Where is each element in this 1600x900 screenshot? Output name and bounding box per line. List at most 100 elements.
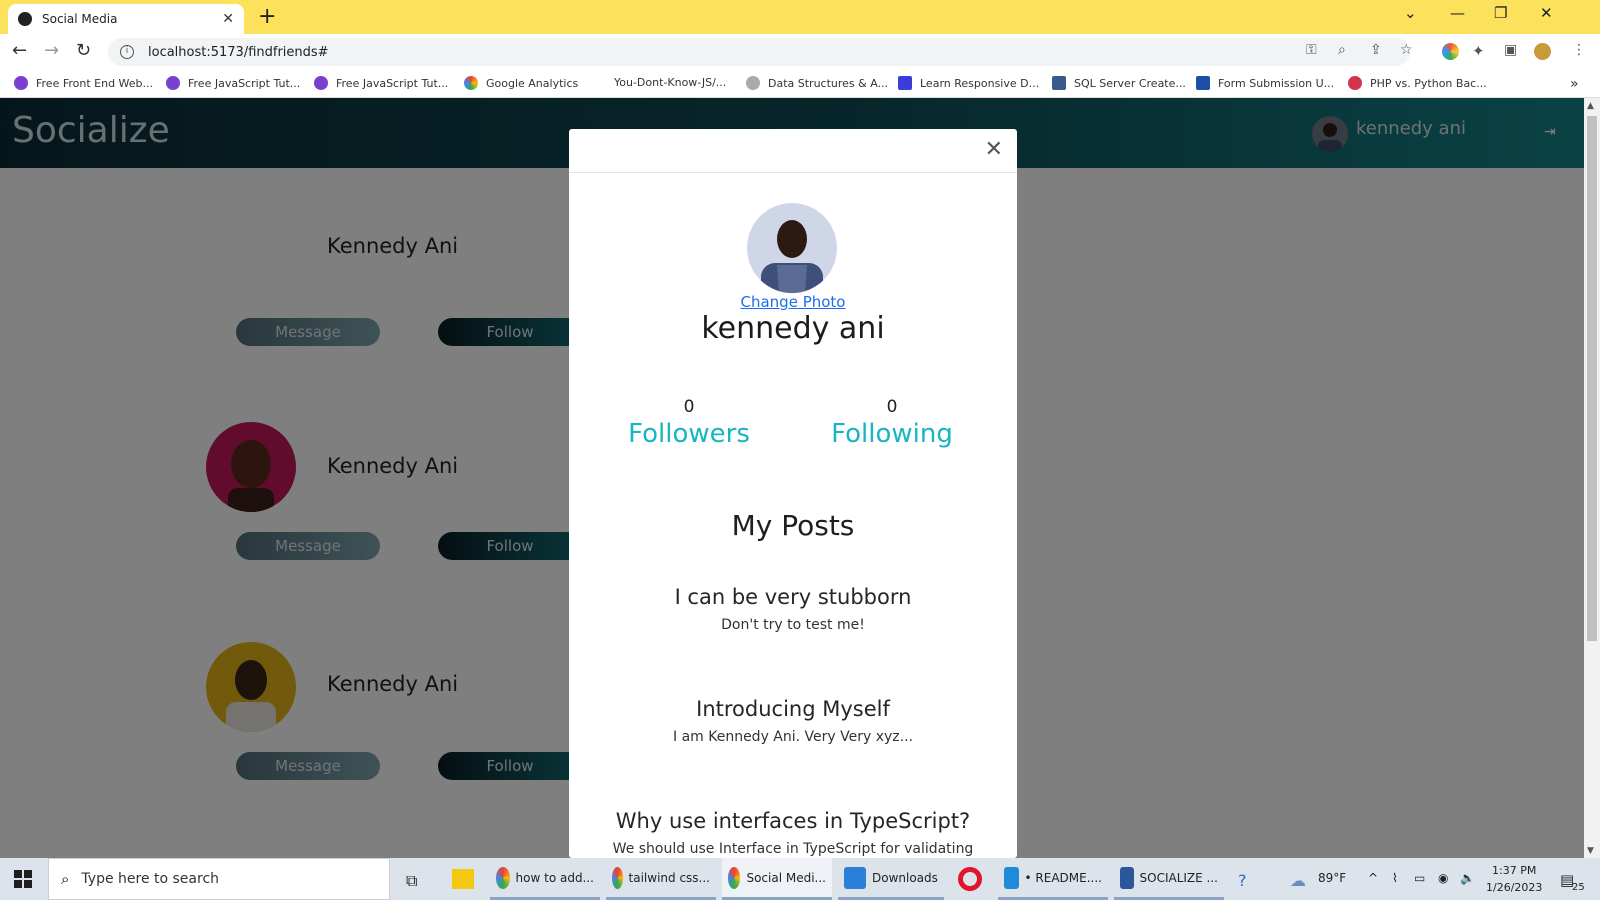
page-scrollbar[interactable]: ▲ ▼: [1584, 98, 1600, 858]
cloud-weather-icon[interactable]: ☁: [1290, 871, 1306, 890]
download-arrow-icon: [844, 866, 866, 889]
followers-stat[interactable]: 0 Followers: [609, 397, 769, 449]
bookmark-item[interactable]: Free JavaScript Tut...: [166, 76, 300, 90]
help-icon[interactable]: ?: [1238, 871, 1247, 890]
task-view-icon[interactable]: ⧉: [406, 871, 417, 891]
followers-count: 0: [683, 397, 695, 417]
post-body: We should use Interface in TypeScript fo…: [612, 841, 974, 857]
extension-color-icon[interactable]: [1442, 43, 1459, 60]
opera-icon[interactable]: [958, 867, 982, 891]
tab-social-media[interactable]: Social Media ✕: [8, 4, 244, 34]
following-count: 0: [886, 397, 898, 417]
bookmarks-bar: Free Front End Web... Free JavaScript Tu…: [0, 70, 1600, 98]
taskbar-app[interactable]: tailwind css...: [606, 858, 716, 900]
windows-taskbar: ⌕ Type here to search ⧉ how to add... ta…: [0, 858, 1600, 900]
modal-header: ✕: [569, 129, 1017, 173]
posts-heading: My Posts: [731, 509, 855, 542]
chrome-icon: [612, 866, 623, 889]
share-icon[interactable]: ⇪: [1370, 42, 1382, 58]
taskbar-search-box[interactable]: ⌕ Type here to search: [48, 858, 390, 900]
bookmark-item[interactable]: You-Dont-Know-JS/...: [614, 76, 726, 89]
close-window-icon[interactable]: ✕: [1540, 4, 1553, 22]
taskbar-app[interactable]: how to add...: [490, 858, 600, 900]
bookmark-favicon-icon: [166, 76, 180, 90]
url-text: localhost:5173/findfriends#: [148, 44, 329, 60]
bookmark-favicon-icon: [1348, 76, 1362, 90]
minimize-icon[interactable]: —: [1450, 4, 1465, 22]
bookmark-item[interactable]: Google Analytics: [464, 76, 578, 90]
restore-icon[interactable]: ❐: [1494, 4, 1507, 22]
post-item: Introducing Myself I am Kennedy Ani. Ver…: [569, 697, 1017, 745]
forward-icon[interactable]: →: [44, 40, 59, 61]
info-icon[interactable]: i: [120, 45, 134, 59]
clock-time: 1:37 PM: [1492, 864, 1537, 877]
close-icon[interactable]: ✕: [985, 137, 1003, 162]
side-panel-icon[interactable]: ▣: [1504, 42, 1517, 58]
reload-icon[interactable]: ↻: [76, 40, 91, 61]
sticky-notes-icon[interactable]: [452, 869, 474, 889]
taskbar-app[interactable]: Social Medi...: [722, 858, 832, 900]
clock-date: 1/26/2023: [1486, 881, 1543, 894]
bookmark-item[interactable]: PHP vs. Python Bac...: [1348, 76, 1487, 90]
meet-icon[interactable]: ◉: [1438, 871, 1448, 885]
post-item: I can be very stubborn Don't try to test…: [569, 585, 1017, 633]
following-stat[interactable]: 0 Following: [812, 397, 972, 449]
bookmark-star-icon[interactable]: ☆: [1400, 42, 1413, 58]
profile-avatar[interactable]: [747, 203, 837, 293]
bookmark-favicon-icon: [14, 76, 28, 90]
tab-close-icon[interactable]: ✕: [222, 11, 234, 27]
tab-title: Social Media: [42, 12, 118, 26]
bookmark-item[interactable]: Learn Responsive D...: [898, 76, 1039, 90]
taskbar-app[interactable]: SOCIALIZE ...: [1114, 858, 1224, 900]
profile-avatar-icon[interactable]: [1534, 43, 1551, 60]
bookmark-item[interactable]: Free JavaScript Tut...: [314, 76, 448, 90]
google-icon: [464, 76, 478, 90]
bookmark-item[interactable]: Form Submission U...: [1196, 76, 1334, 90]
taskbar-app[interactable]: • README....: [998, 858, 1108, 900]
address-bar[interactable]: i localhost:5173/findfriends#: [108, 38, 1410, 66]
page-viewport: Socialize kennedy ani ⇥ Kennedy Ani Mess…: [0, 98, 1584, 858]
post-title: Introducing Myself: [696, 697, 890, 721]
sql-icon: [1052, 76, 1066, 90]
followers-label[interactable]: Followers: [609, 419, 769, 449]
following-label[interactable]: Following: [812, 419, 972, 449]
taskbar-app[interactable]: Downloads: [838, 858, 944, 900]
browser-tab-bar: Social Media ✕ + ⌄ — ❐ ✕: [0, 0, 1600, 34]
scroll-up-icon[interactable]: ▲: [1587, 101, 1594, 111]
tab-search-icon[interactable]: ⌄: [1404, 4, 1417, 22]
bookmark-item[interactable]: Free Front End Web...: [14, 76, 153, 90]
post-body: I am Kennedy Ani. Very Very xyz...: [672, 729, 914, 745]
browser-toolbar: ← → ↻ i localhost:5173/findfriends# ⚿ ⌕ …: [0, 34, 1600, 70]
vscode-icon: [1004, 866, 1019, 889]
menu-kebab-icon[interactable]: ⋮: [1572, 42, 1586, 58]
zoom-icon[interactable]: ⌕: [1338, 42, 1346, 58]
weather-temp[interactable]: 89°F: [1318, 871, 1346, 885]
post-body: Don't try to test me!: [721, 617, 865, 633]
back-icon[interactable]: ←: [12, 40, 27, 61]
change-photo-link[interactable]: Change Photo: [569, 293, 1017, 311]
bookmark-favicon-icon: [314, 76, 328, 90]
notification-count: 25: [1572, 882, 1585, 893]
scrollbar-thumb[interactable]: [1587, 116, 1597, 641]
google-icon: [746, 76, 760, 90]
chrome-icon: [496, 866, 510, 889]
network-icon[interactable]: ⌇: [1392, 871, 1398, 885]
search-placeholder: Type here to search: [81, 871, 220, 887]
chrome-icon: [728, 866, 741, 889]
word-icon: [1120, 866, 1134, 889]
more-bookmarks-icon[interactable]: »: [1570, 76, 1579, 92]
profile-modal: ✕ Change Photo kennedy ani 0 Followers 0…: [569, 129, 1017, 858]
new-tab-icon[interactable]: +: [258, 4, 276, 29]
bookmark-item[interactable]: SQL Server Create...: [1052, 76, 1186, 90]
post-item: Why use interfaces in TypeScript? We sho…: [569, 809, 1017, 857]
scroll-down-icon[interactable]: ▼: [1587, 846, 1594, 856]
battery-icon[interactable]: ▭: [1414, 871, 1425, 885]
chevron-up-icon[interactable]: ^: [1368, 871, 1378, 885]
windows-start-icon[interactable]: [14, 870, 32, 888]
bookmark-item[interactable]: Data Structures & A...: [746, 76, 888, 90]
search-icon: ⌕: [61, 870, 70, 888]
system-clock[interactable]: 1:37 PM 1/26/2023: [1486, 862, 1542, 896]
key-icon[interactable]: ⚿: [1306, 42, 1317, 58]
volume-icon[interactable]: 🔈: [1460, 871, 1475, 885]
extensions-puzzle-icon[interactable]: ✦: [1472, 42, 1485, 60]
